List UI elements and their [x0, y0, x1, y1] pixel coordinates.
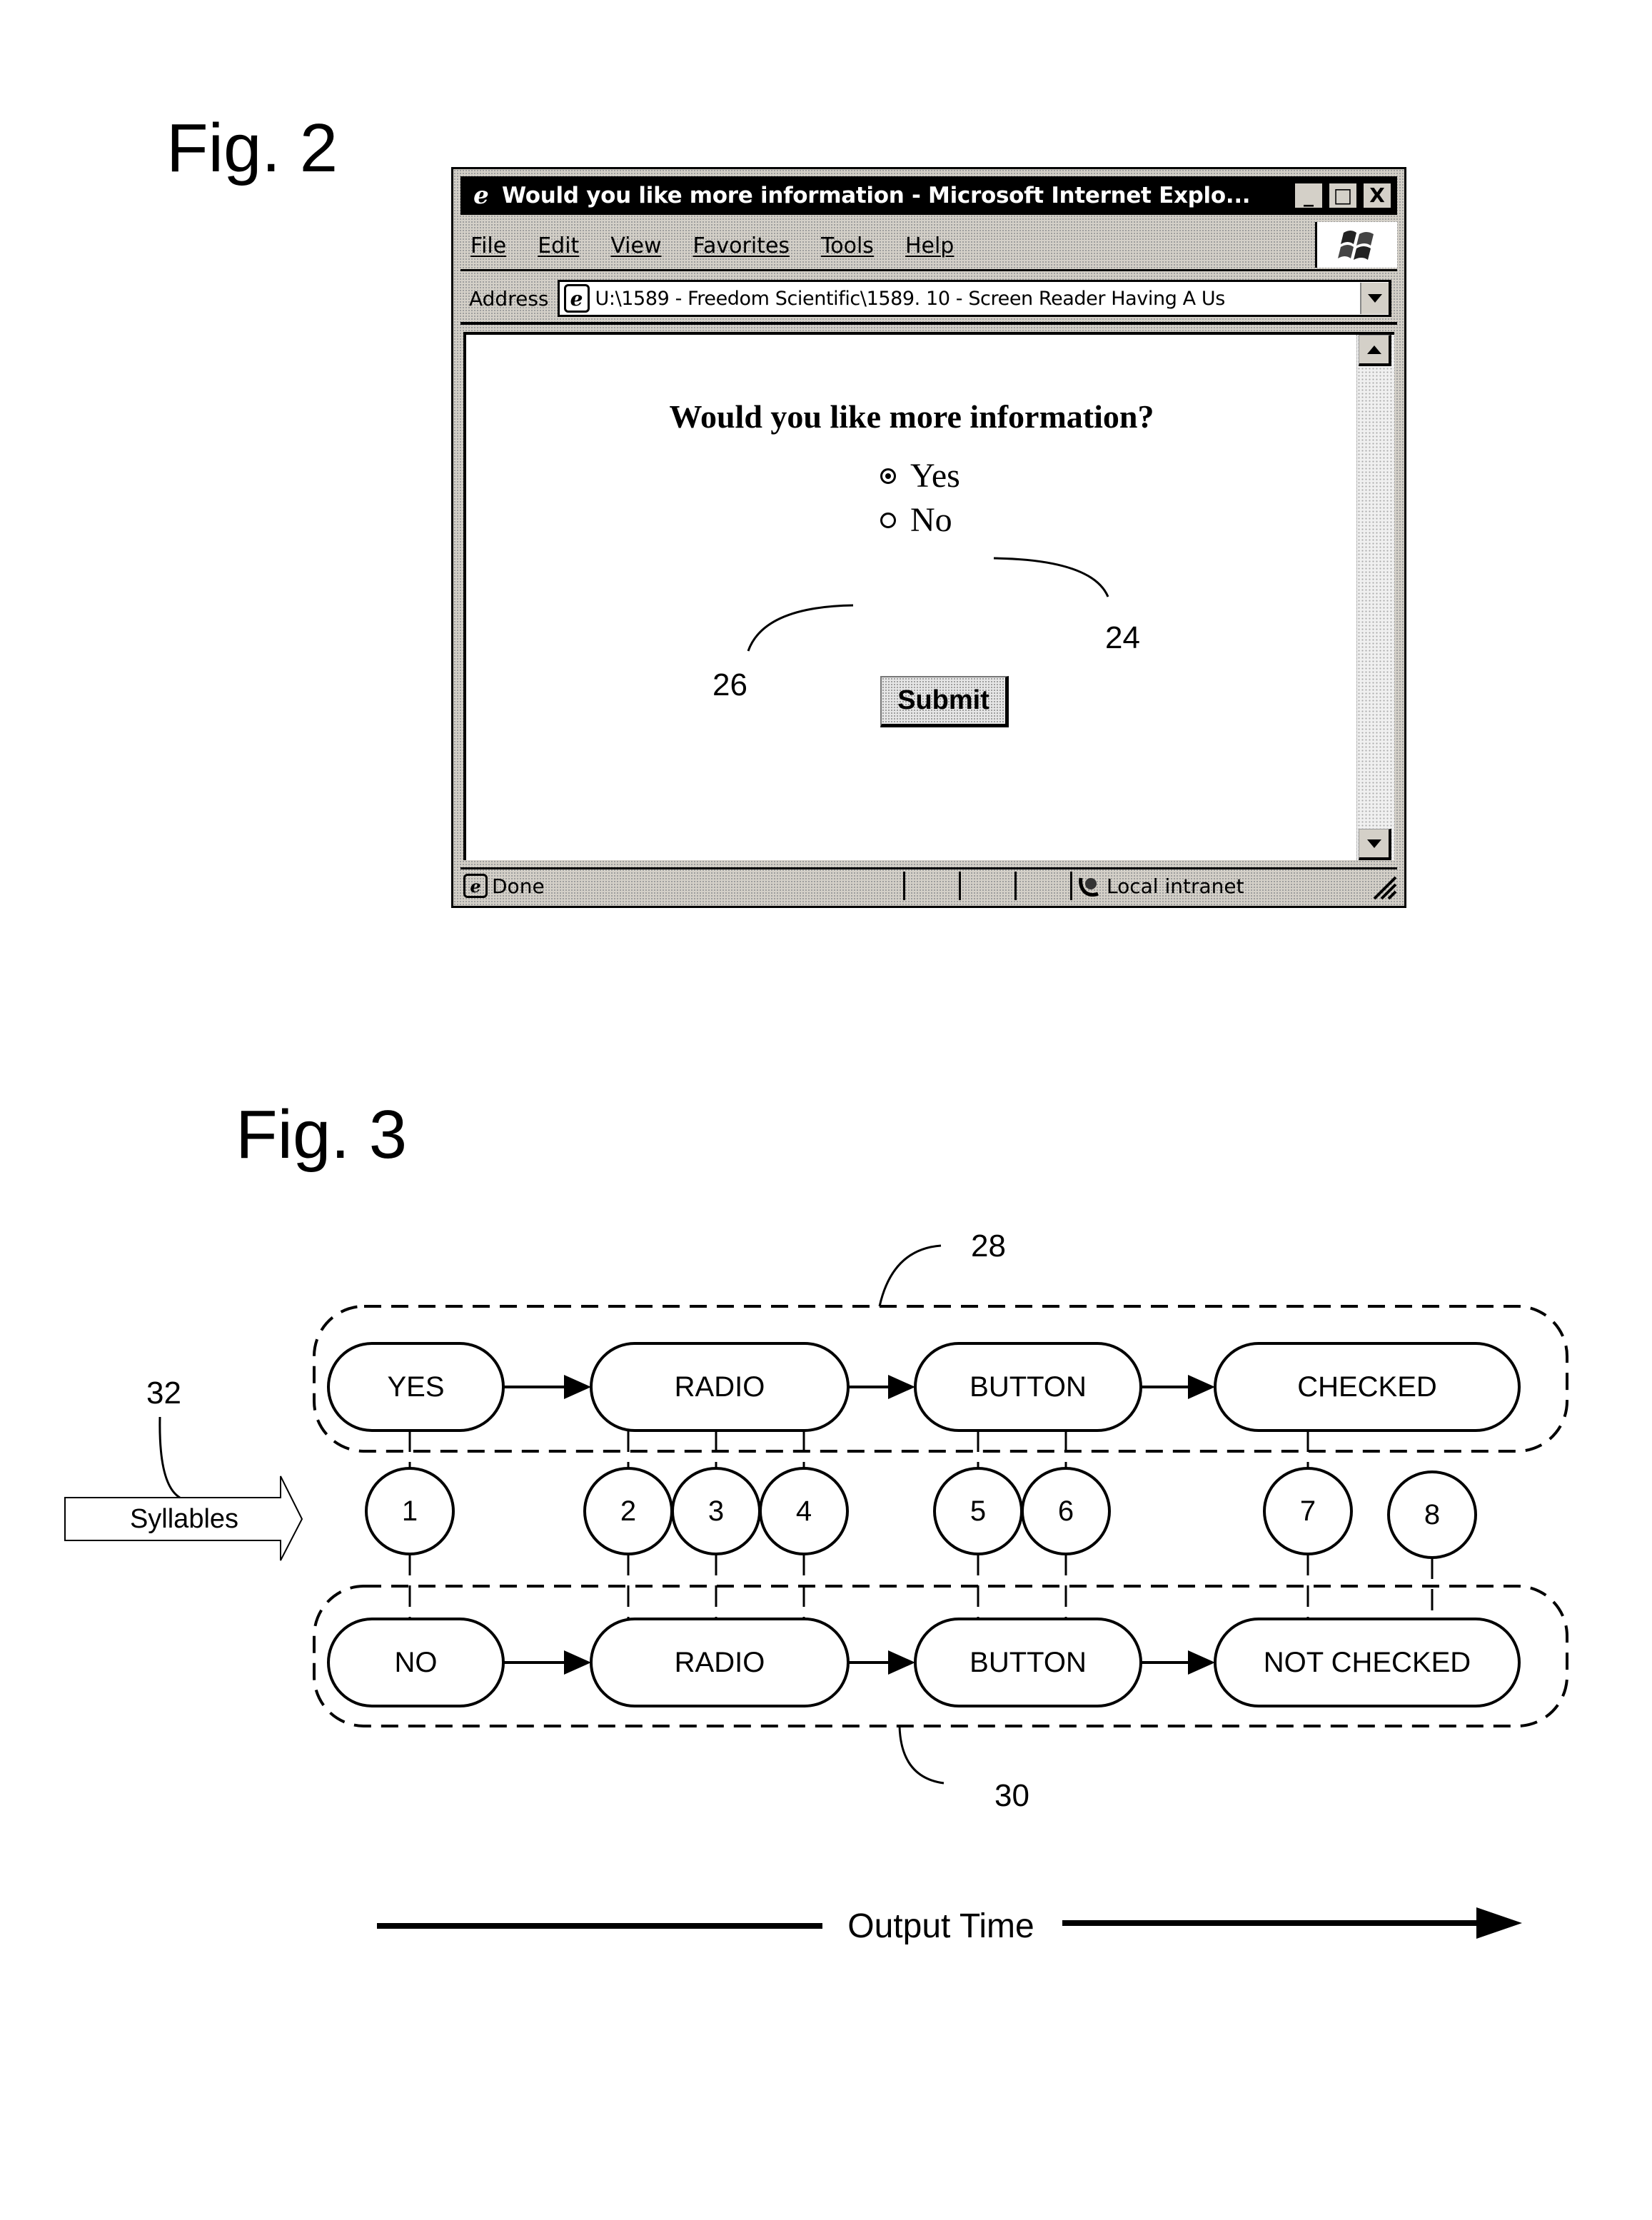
bottom-node-label: RADIO: [675, 1647, 765, 1678]
leader-28: [878, 1244, 942, 1307]
ref-28: 28: [971, 1228, 1006, 1263]
top-sequence-arrowhead: [888, 1375, 915, 1399]
time-axis-label: Output Time: [847, 1907, 1034, 1945]
top-node-label: CHECKED: [1297, 1371, 1437, 1403]
syllable-number-2: 2: [620, 1495, 636, 1527]
ref-32: 32: [146, 1376, 181, 1411]
leader-32: [158, 1416, 181, 1499]
bottom-node-label: NOT CHECKED: [1264, 1647, 1471, 1678]
syllable-number-7: 7: [1300, 1495, 1316, 1527]
syllable-number-6: 6: [1058, 1495, 1074, 1527]
ref-30: 30: [994, 1778, 1029, 1813]
bottom-node-label: BUTTON: [969, 1647, 1087, 1678]
syllable-number-8: 8: [1424, 1499, 1440, 1530]
top-sequence-arrowhead: [1188, 1375, 1215, 1399]
syllables-label: Syllables: [130, 1504, 238, 1534]
bottom-sequence-arrowhead: [564, 1650, 591, 1675]
bottom-node-label: NO: [395, 1647, 438, 1678]
syllable-number-5: 5: [970, 1495, 986, 1527]
fig3-diagram: 28 30 Syllables 32 YES RADIO BUTTON CHECKED…: [64, 1228, 1568, 1945]
syllable-number-4: 4: [796, 1495, 812, 1527]
syllable-number-1: 1: [402, 1495, 418, 1527]
top-node-label: YES: [387, 1371, 444, 1403]
top-node-label: RADIO: [675, 1371, 765, 1403]
leader-30: [898, 1725, 945, 1785]
bottom-sequence-arrowhead: [1188, 1650, 1215, 1675]
syllable-number-3: 3: [708, 1495, 724, 1527]
top-sequence-arrowhead: [564, 1375, 591, 1399]
bottom-sequence-arrowhead: [888, 1650, 915, 1675]
time-axis-arrowhead: [1476, 1907, 1522, 1939]
top-node-label: BUTTON: [969, 1371, 1087, 1403]
